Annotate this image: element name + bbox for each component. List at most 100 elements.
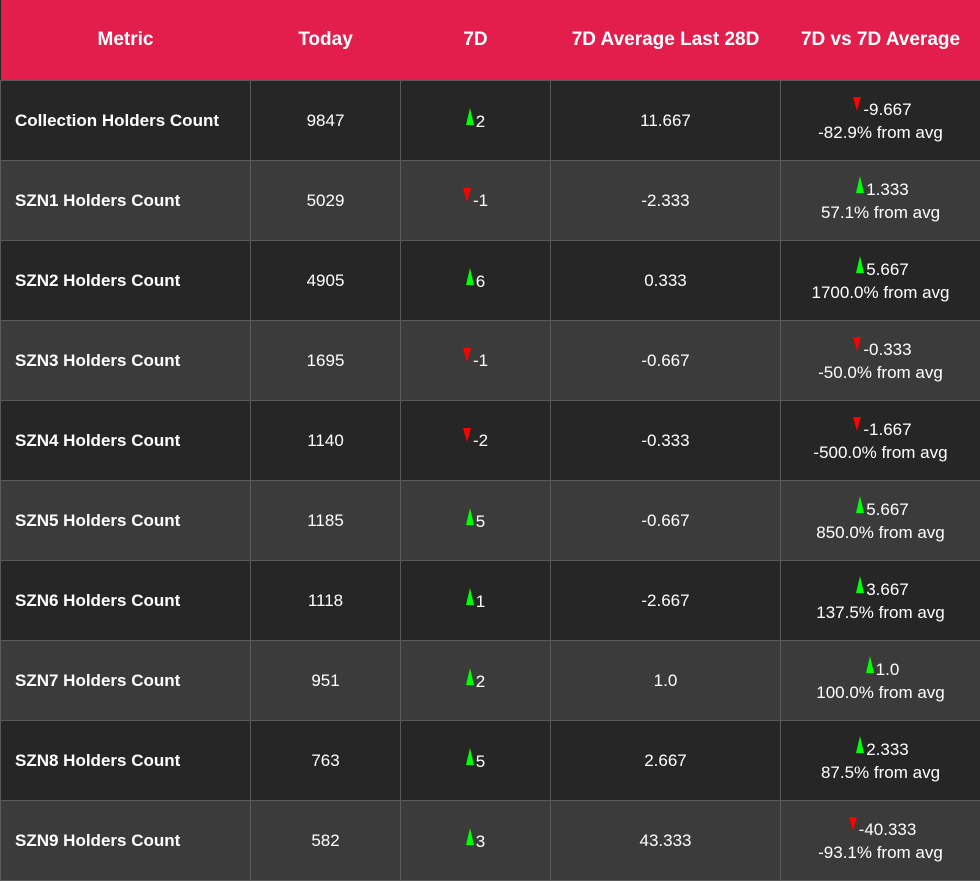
arrow-down-icon <box>853 97 861 111</box>
arrow-up-icon <box>856 496 864 513</box>
7d-value: 2 <box>476 672 485 691</box>
today-cell: 4905 <box>251 241 401 321</box>
7d-cell: 5 <box>401 481 551 561</box>
vs-diff-line: 2.333 <box>783 738 980 761</box>
metric-cell: SZN6 Holders Count <box>1 561 251 641</box>
vs-percent: -82.9% from avg <box>781 121 980 144</box>
vs-value: -1.667 <box>863 420 911 439</box>
metric-cell: Collection Holders Count <box>1 81 251 161</box>
7d-value: 1 <box>476 592 485 611</box>
vs-percent: 1700.0% from avg <box>781 281 980 304</box>
vs-value: 1.333 <box>866 180 909 199</box>
avg-cell: -2.667 <box>551 561 781 641</box>
arrow-up-icon <box>466 668 474 685</box>
arrow-up-icon <box>466 108 474 125</box>
vs-diff-line: 5.667 <box>783 258 980 281</box>
avg-cell: 43.333 <box>551 801 781 881</box>
arrow-down-icon <box>849 817 857 831</box>
7d-value: 2 <box>476 112 485 131</box>
avg-cell: -0.667 <box>551 481 781 561</box>
7d-value: -1 <box>473 351 488 370</box>
table-row: SZN2 Holders Count490560.3335.6671700.0%… <box>1 241 980 321</box>
avg-cell: -0.333 <box>551 401 781 481</box>
arrow-up-icon <box>466 748 474 765</box>
7d-cell: 6 <box>401 241 551 321</box>
today-cell: 9847 <box>251 81 401 161</box>
table-row: SZN8 Holders Count76352.6672.33387.5% fr… <box>1 721 980 801</box>
7d-cell: 2 <box>401 81 551 161</box>
metric-cell: SZN8 Holders Count <box>1 721 251 801</box>
vs-value: 2.333 <box>866 740 909 759</box>
today-cell: 951 <box>251 641 401 721</box>
arrow-down-icon <box>853 417 861 431</box>
arrow-up-icon <box>466 508 474 525</box>
table-row: Collection Holders Count9847211.667-9.66… <box>1 81 980 161</box>
table-row: SZN1 Holders Count5029-1-2.3331.33357.1%… <box>1 161 980 241</box>
vs-cell: -1.667-500.0% from avg <box>781 401 980 481</box>
metric-cell: SZN1 Holders Count <box>1 161 251 241</box>
7d-cell: -1 <box>401 321 551 401</box>
column-header-metric: Metric <box>1 0 251 81</box>
7d-cell: -1 <box>401 161 551 241</box>
today-cell: 1185 <box>251 481 401 561</box>
arrow-up-icon <box>856 176 864 193</box>
table-row: SZN6 Holders Count11181-2.6673.667137.5%… <box>1 561 980 641</box>
vs-percent: -93.1% from avg <box>781 841 980 864</box>
column-header-today: Today <box>251 0 401 81</box>
today-cell: 582 <box>251 801 401 881</box>
vs-value: 5.667 <box>866 500 909 519</box>
today-cell: 5029 <box>251 161 401 241</box>
table-row: SZN9 Holders Count582 3 43.333-40.333-93.1… <box>1 801 980 881</box>
today-cell: 1118 <box>251 561 401 641</box>
arrow-down-icon <box>463 428 471 442</box>
vs-value: -9.667 <box>863 100 911 119</box>
vs-value: 1.0 <box>876 660 900 679</box>
table-row: SZN3 Holders Count1695 -1 -0.667-0.333-50.… <box>1 321 980 401</box>
column-header-7d: 7D <box>401 0 551 81</box>
vs-percent: -50.0% from avg <box>781 361 980 384</box>
arrow-up-icon <box>856 256 864 273</box>
vs-percent: 57.1% from avg <box>781 201 980 224</box>
vs-value: 3.667 <box>866 580 909 599</box>
vs-cell: 5.667 1700.0% from avg <box>781 241 980 321</box>
metric-cell: SZN4 Holders Count <box>1 401 251 481</box>
avg-cell: 11.667 <box>551 81 781 161</box>
metrics-table: Metric Today 7D 7D Average Last 28D 7D v… <box>0 0 980 881</box>
arrow-up-icon <box>466 828 474 845</box>
today-cell: 763 <box>251 721 401 801</box>
arrow-up-icon <box>856 576 864 593</box>
vs-cell: -40.333-93.1% from avg <box>781 801 980 881</box>
today-cell: 1695 <box>251 321 401 401</box>
arrow-down-icon <box>463 188 471 202</box>
arrow-up-icon <box>466 588 474 605</box>
7d-value: 3 <box>476 832 485 851</box>
arrow-up-icon <box>856 736 864 753</box>
vs-cell: -9.667 -82.9% from avg <box>781 81 980 161</box>
column-header-7d-average-last-28d: 7D Average Last 28D <box>551 0 781 81</box>
vs-diff-line: 3.667 <box>783 578 980 601</box>
vs-diff-line: 1.0 <box>783 658 980 681</box>
avg-cell: 0.333 <box>551 241 781 321</box>
vs-percent: 100.0% from avg <box>781 681 980 704</box>
vs-diff-line: -40.333 <box>783 818 980 841</box>
vs-cell: 2.33387.5% from avg <box>781 721 980 801</box>
metric-cell: SZN9 Holders Count <box>1 801 251 881</box>
7d-value: -1 <box>473 191 488 210</box>
metric-cell: SZN5 Holders Count <box>1 481 251 561</box>
metric-cell: SZN3 Holders Count <box>1 321 251 401</box>
arrow-down-icon <box>853 337 861 351</box>
7d-cell: -2 <box>401 401 551 481</box>
column-header-7d-vs-7d-average: 7D vs 7D Average <box>781 0 980 81</box>
7d-value: -2 <box>473 431 488 450</box>
arrow-up-icon <box>466 268 474 285</box>
vs-diff-line: -0.333 <box>783 338 980 361</box>
7d-value: 5 <box>476 752 485 771</box>
vs-value: 5.667 <box>866 260 909 279</box>
7d-cell: 3 <box>401 801 551 881</box>
7d-value: 6 <box>476 272 485 291</box>
table-row: SZN5 Holders Count11855-0.667 5.667 850.0%… <box>1 481 980 561</box>
7d-cell: 5 <box>401 721 551 801</box>
avg-cell: -0.667 <box>551 321 781 401</box>
vs-percent: 850.0% from avg <box>781 521 980 544</box>
metric-cell: SZN7 Holders Count <box>1 641 251 721</box>
